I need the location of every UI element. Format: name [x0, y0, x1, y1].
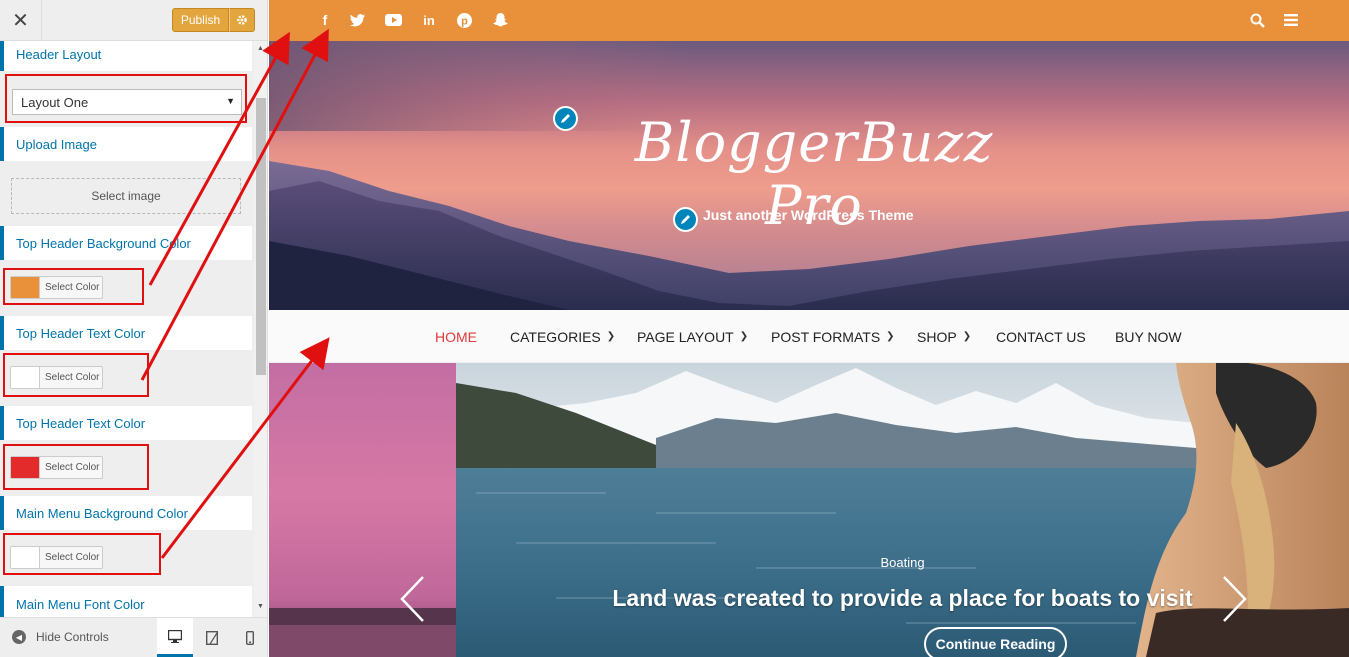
chevron-down-icon: ❯ — [606, 331, 616, 342]
publish-button[interactable]: Publish — [172, 8, 229, 32]
linkedin-icon[interactable]: in — [420, 11, 438, 29]
menu-label: POST FORMATS — [771, 328, 881, 345]
gear-icon — [237, 15, 247, 25]
edit-title-shortcut[interactable] — [553, 106, 578, 131]
control-title-header-layout: Header Layout — [0, 41, 252, 71]
close-customizer-button[interactable]: ✕ — [0, 0, 42, 41]
sidebar-scrollbar[interactable]: ▲ ▼ — [254, 41, 267, 617]
tablet-preview-button[interactable] — [194, 618, 230, 657]
customizer-footer: ◀ Hide Controls — [0, 617, 267, 657]
hide-controls-label: Hide Controls — [36, 630, 109, 644]
twitter-icon[interactable] — [348, 11, 366, 29]
menu-item-home[interactable]: HOME — [435, 310, 477, 363]
control-title-top-header-bg-color: Top Header Background Color — [0, 226, 252, 260]
desktop-preview-button[interactable] — [157, 618, 193, 657]
chevron-down-icon: ❯ — [739, 331, 749, 342]
menu-item-contact-us[interactable]: CONTACT US — [996, 310, 1086, 363]
menu-label: SHOP — [917, 328, 957, 345]
control-title-main-menu-bg-color: Main Menu Background Color — [0, 496, 252, 530]
menu-label: HOME — [435, 328, 477, 345]
customizer-sidebar: ✕ Publish Header Layout Layout One ▼ Upl… — [0, 0, 268, 657]
scrollbar-thumb[interactable] — [256, 98, 266, 375]
main-menu: HOME CATEGORIES ❯ PAGE LAYOUT ❯ POST FORMA… — [269, 310, 1349, 363]
menu-item-buy-now[interactable]: BUY NOW — [1115, 310, 1182, 363]
facebook-icon[interactable]: f — [316, 11, 334, 29]
snapchat-icon[interactable] — [491, 11, 509, 29]
annotation-box — [3, 268, 144, 305]
desktop-icon — [168, 629, 182, 643]
menu-label: BUY NOW — [1115, 328, 1182, 345]
menu-item-shop[interactable]: SHOP ❯ — [917, 310, 971, 363]
featured-slider: Boating Land was created to provide a pl… — [269, 363, 1349, 657]
control-title-top-header-text-color: Top Header Text Color — [0, 316, 252, 350]
publish-settings-button[interactable] — [229, 8, 255, 32]
slider-next-button[interactable] — [1219, 574, 1249, 624]
chevron-left-icon — [400, 576, 424, 622]
continue-reading-button[interactable]: Continue Reading — [924, 627, 1067, 657]
menu-item-post-formats[interactable]: POST FORMATS ❯ — [771, 310, 895, 363]
scroll-down-icon[interactable]: ▼ — [257, 603, 264, 610]
customizer-controls-panel: Header Layout Layout One ▼ Upload Image … — [0, 41, 254, 617]
chevron-right-icon — [1223, 576, 1247, 622]
top-header-bar: f in p — [269, 0, 1349, 41]
customizer-header: ✕ Publish — [0, 0, 267, 41]
hide-controls-button[interactable]: ◀ Hide Controls — [12, 630, 109, 644]
control-title-main-menu-font-color: Main Menu Font Color — [0, 586, 252, 617]
annotation-box — [3, 444, 149, 490]
slide-title[interactable]: Land was created to provide a place for … — [456, 585, 1349, 612]
menu-label: PAGE LAYOUT — [637, 328, 734, 345]
hamburger-menu-icon[interactable] — [1282, 11, 1300, 29]
annotation-box — [3, 353, 149, 397]
annotation-box — [5, 74, 247, 123]
menu-item-page-layout[interactable]: PAGE LAYOUT ❯ — [637, 310, 748, 363]
control-title-upload-image: Upload Image — [0, 127, 252, 161]
header-hero-banner: BloggerBuzz Pro Just another WordPress T… — [269, 41, 1349, 310]
menu-label: CONTACT US — [996, 328, 1086, 345]
slide-category[interactable]: Boating — [456, 555, 1349, 570]
site-tagline: Just another WordPress Theme — [703, 207, 914, 223]
search-icon[interactable] — [1248, 11, 1266, 29]
mobile-preview-button[interactable] — [232, 618, 267, 657]
select-image-button[interactable]: Select image — [11, 178, 241, 214]
lake-mountain-woman-image — [456, 363, 1349, 657]
chevron-down-icon: ❯ — [886, 331, 895, 342]
control-title-top-header-text-color-2: Top Header Text Color — [0, 406, 252, 440]
site-preview: f in p BloggerBuzz Pro Just another Word… — [269, 0, 1349, 657]
current-slide: Boating Land was created to provide a pl… — [456, 363, 1349, 657]
pinterest-icon[interactable]: p — [455, 11, 473, 29]
chevron-down-icon: ❯ — [962, 331, 972, 342]
youtube-icon[interactable] — [384, 11, 402, 29]
menu-item-categories[interactable]: CATEGORIES ❯ — [510, 310, 615, 363]
menu-label: CATEGORIES — [510, 328, 601, 345]
tablet-icon — [206, 631, 218, 645]
scroll-up-icon[interactable]: ▲ — [257, 45, 264, 52]
mobile-icon — [246, 631, 254, 645]
pencil-icon — [561, 114, 570, 123]
annotation-box — [3, 533, 161, 575]
pencil-icon — [681, 215, 690, 224]
svg-text:p: p — [461, 15, 468, 27]
collapse-icon: ◀ — [12, 630, 26, 644]
edit-tagline-shortcut[interactable] — [673, 207, 698, 232]
slider-prev-button[interactable] — [398, 574, 428, 624]
